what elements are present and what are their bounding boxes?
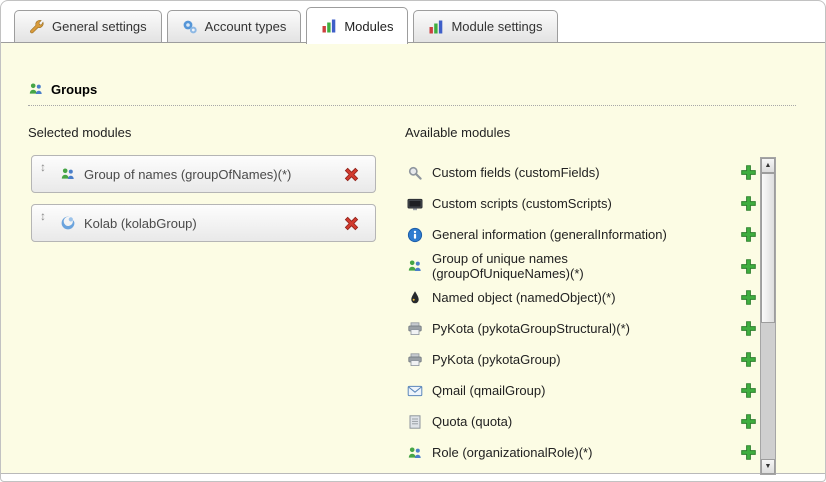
scroll-down-button[interactable]: ▼ — [761, 459, 775, 474]
available-module-label: Named object (namedObject)(*) — [432, 290, 616, 305]
remove-module-button[interactable] — [343, 165, 361, 183]
droplet-icon — [407, 290, 423, 306]
selected-module-label: Kolab (kolabGroup) — [84, 216, 197, 231]
available-module-label: PyKota (pykotaGroup) — [432, 352, 561, 367]
section-title: Groups — [51, 82, 97, 97]
group-icon — [60, 166, 76, 182]
screen-icon — [407, 196, 423, 212]
tab-label: Account types — [205, 19, 287, 34]
available-module-label: Role (organizationalRole)(*) — [432, 445, 592, 460]
available-module-row: Custom scripts (customScripts) — [405, 188, 757, 219]
available-modules-heading: Available modules — [405, 125, 510, 140]
add-module-button[interactable] — [740, 195, 757, 212]
selected-module-row[interactable]: ↕ Group of names (groupOfNames)(*) — [31, 155, 376, 193]
remove-module-button[interactable] — [343, 214, 361, 232]
tab-account-types[interactable]: Account types — [167, 10, 302, 42]
add-module-button[interactable] — [740, 351, 757, 368]
available-module-row: General information (generalInformation) — [405, 219, 757, 250]
drag-handle-icon[interactable]: ↕ — [40, 161, 46, 173]
group-icon — [407, 258, 423, 274]
available-modules-list: Custom fields (customFields) Custom scri… — [405, 157, 757, 468]
add-module-button[interactable] — [740, 320, 757, 337]
printer-icon — [407, 352, 423, 368]
add-module-button[interactable] — [740, 258, 757, 275]
add-module-button[interactable] — [740, 226, 757, 243]
available-module-label: Custom scripts (customScripts) — [432, 196, 612, 211]
available-module-row: Role (organizationalRole)(*) — [405, 437, 757, 468]
section-heading: Groups — [28, 81, 97, 97]
available-module-row: Quota (quota) — [405, 406, 757, 437]
available-module-row: Named object (namedObject)(*) — [405, 282, 757, 313]
selected-modules-heading: Selected modules — [28, 125, 131, 140]
wrench-icon — [29, 19, 45, 35]
available-module-row: PyKota (pykotaGroup) — [405, 344, 757, 375]
magnifier-icon — [407, 165, 423, 181]
kolab-icon — [60, 215, 76, 231]
gears-icon — [182, 19, 198, 35]
info-icon — [407, 227, 423, 243]
available-module-label: General information (generalInformation) — [432, 227, 667, 242]
printer-icon — [407, 321, 423, 337]
tab-label: General settings — [52, 19, 147, 34]
tab-modules[interactable]: Modules — [306, 7, 408, 44]
available-module-label: Quota (quota) — [432, 414, 512, 429]
group-icon — [28, 81, 44, 97]
add-module-button[interactable] — [740, 413, 757, 430]
add-module-button[interactable] — [740, 289, 757, 306]
scrollbar-track[interactable]: ▲ ▼ — [760, 157, 776, 475]
chart-icon — [428, 19, 444, 35]
tab-general-settings[interactable]: General settings — [14, 10, 162, 42]
tab-module-settings[interactable]: Module settings — [413, 10, 557, 42]
selected-modules-list: ↕ Group of names (groupOfNames)(*) ↕ Kol… — [31, 155, 376, 253]
add-module-button[interactable] — [740, 382, 757, 399]
selected-module-row[interactable]: ↕ Kolab (kolabGroup) — [31, 204, 376, 242]
available-module-row: Group of unique names (groupOfUniqueName… — [405, 250, 757, 282]
available-module-row: Qmail (qmailGroup) — [405, 375, 757, 406]
available-module-label: Qmail (qmailGroup) — [432, 383, 545, 398]
add-module-button[interactable] — [740, 164, 757, 181]
available-module-label: Custom fields (customFields) — [432, 165, 600, 180]
available-module-row: PyKota (pykotaGroupStructural)(*) — [405, 313, 757, 344]
scroll-up-button[interactable]: ▲ — [761, 158, 775, 173]
add-module-button[interactable] — [740, 444, 757, 461]
modules-panel: Groups Selected modules Available module… — [1, 42, 825, 474]
dotted-separator — [28, 105, 796, 106]
drag-handle-icon[interactable]: ↕ — [40, 210, 46, 222]
scrollbar-thumb[interactable] — [761, 173, 775, 323]
tab-label: Modules — [344, 19, 393, 34]
chart-icon — [321, 18, 337, 34]
mail-icon — [407, 383, 423, 399]
available-module-label: PyKota (pykotaGroupStructural)(*) — [432, 321, 630, 336]
tab-bar: General settings Account types Modules M… — [14, 1, 558, 42]
selected-module-label: Group of names (groupOfNames)(*) — [84, 167, 291, 182]
available-module-label: Group of unique names (groupOfUniqueName… — [432, 251, 584, 281]
available-module-row: Custom fields (customFields) — [405, 157, 757, 188]
settings-window: General settings Account types Modules M… — [0, 0, 826, 482]
quota-icon — [407, 414, 423, 430]
group-icon — [407, 445, 423, 461]
tab-label: Module settings — [451, 19, 542, 34]
